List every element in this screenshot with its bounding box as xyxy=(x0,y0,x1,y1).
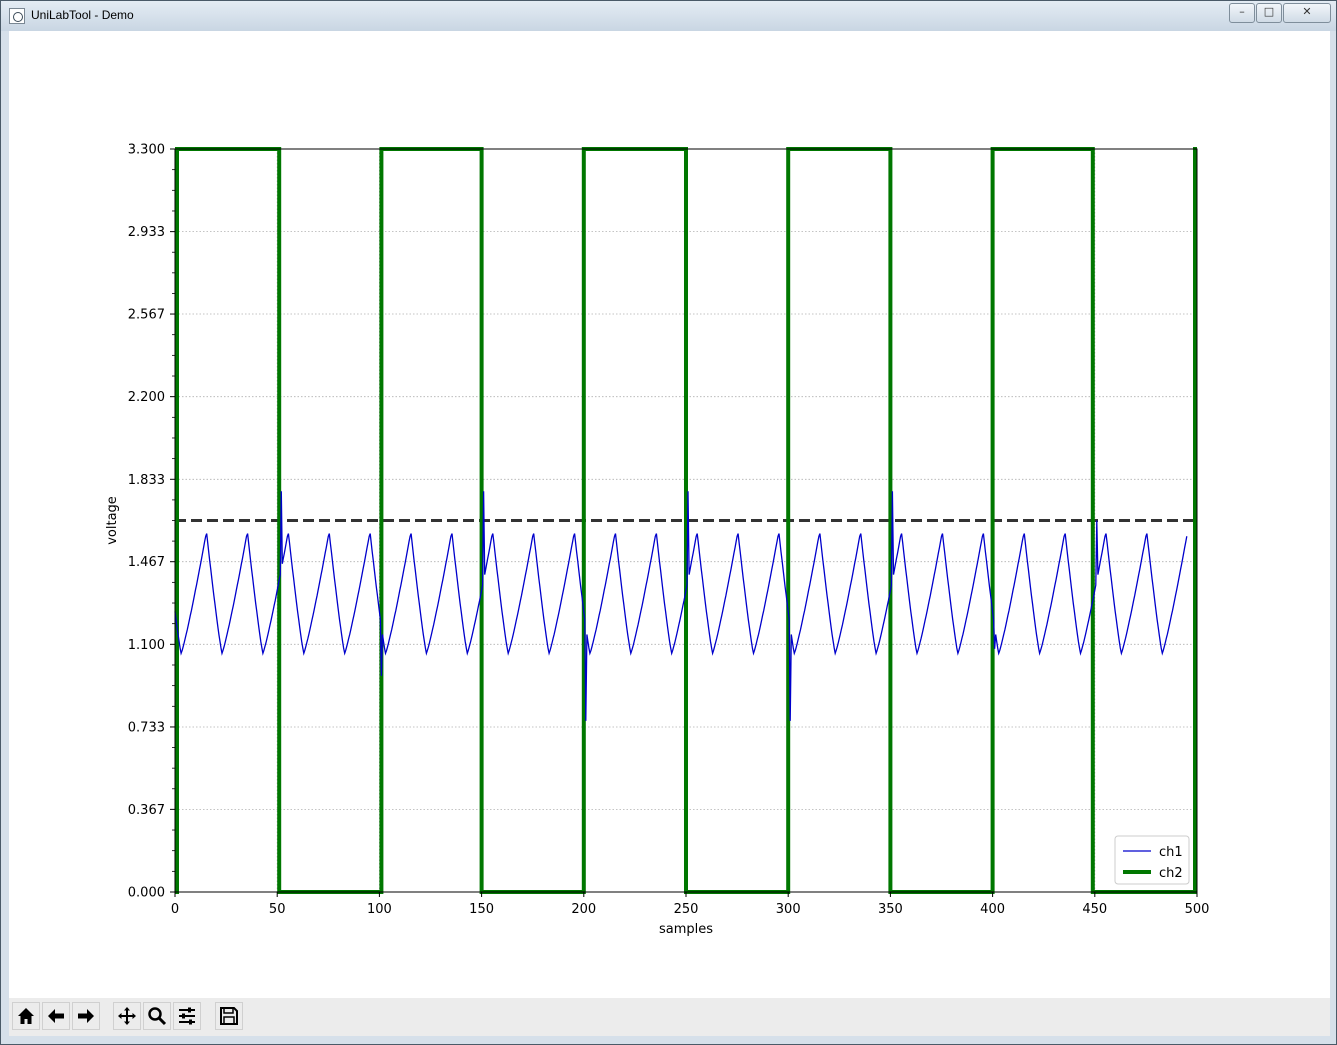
maximize-icon: □ xyxy=(1263,5,1275,18)
x-tick-label: 200 xyxy=(571,902,596,917)
back-button[interactable] xyxy=(42,1002,70,1030)
forward-button[interactable] xyxy=(72,1002,100,1030)
series-ch1-line xyxy=(174,491,1188,721)
minimize-button[interactable]: – xyxy=(1229,3,1255,23)
magnifier-icon xyxy=(148,1007,167,1026)
close-icon: ✕ xyxy=(1302,5,1312,18)
legend-label-ch1: ch1 xyxy=(1159,845,1183,860)
axis-ticks: 0.000 0.367 0.733 1.100 1.467 1.833 2.200 2.567… xyxy=(128,143,1210,918)
title-bar[interactable]: UniLabTool - Demo – □ ✕ xyxy=(1,1,1336,31)
y-tick-label: 0.367 xyxy=(128,803,165,818)
x-tick-label: 50 xyxy=(269,902,286,917)
x-tick-label: 450 xyxy=(1082,902,1107,917)
zoom-button[interactable] xyxy=(143,1002,171,1030)
voltage-chart[interactable]: 0.000 0.367 0.733 1.100 1.467 1.833 2.200 2.567… xyxy=(9,31,1330,998)
y-tick-label: 2.933 xyxy=(128,225,165,240)
y-tick-label: 2.567 xyxy=(128,308,165,323)
close-button[interactable]: ✕ xyxy=(1283,3,1331,23)
x-tick-label: 300 xyxy=(776,902,801,917)
configure-subplots-button[interactable] xyxy=(173,1002,201,1030)
home-icon xyxy=(18,1008,34,1024)
y-tick-label: 1.100 xyxy=(128,638,165,653)
app-icon xyxy=(9,8,25,24)
window-title: UniLabTool - Demo xyxy=(31,8,134,22)
app-window: UniLabTool - Demo – □ ✕ 0.000 0.367 0.733 1… xyxy=(0,0,1337,1045)
legend-label-ch2: ch2 xyxy=(1159,866,1183,881)
y-tick-label: 1.467 xyxy=(128,555,165,570)
x-tick-label: 250 xyxy=(674,902,699,917)
y-tick-label: 2.200 xyxy=(128,390,165,405)
sliders-icon xyxy=(179,1007,195,1025)
y-tick-label: 3.300 xyxy=(128,143,165,158)
arrow-left-icon xyxy=(48,1009,64,1023)
y-axis-label: voltage xyxy=(105,496,120,545)
move-icon xyxy=(118,1007,136,1025)
maximize-button[interactable]: □ xyxy=(1256,3,1282,23)
figure-canvas[interactable]: 0.000 0.367 0.733 1.100 1.467 1.833 2.200 2.567… xyxy=(9,31,1330,998)
save-button[interactable] xyxy=(215,1002,243,1030)
home-button[interactable] xyxy=(12,1002,40,1030)
floppy-disk-icon xyxy=(220,1007,238,1025)
pan-button[interactable] xyxy=(113,1002,141,1030)
x-tick-label: 500 xyxy=(1185,902,1210,917)
x-tick-label: 150 xyxy=(469,902,494,917)
y-tick-label: 0.000 xyxy=(128,886,165,901)
y-tick-label: 0.733 xyxy=(128,720,165,735)
x-tick-label: 0 xyxy=(171,902,179,917)
x-tick-label: 100 xyxy=(367,902,392,917)
arrow-right-icon xyxy=(78,1009,94,1023)
x-axis-label: samples xyxy=(659,922,713,937)
legend: ch1 ch2 xyxy=(1114,835,1190,885)
x-tick-label: 400 xyxy=(980,902,1005,917)
minimize-icon: – xyxy=(1239,5,1245,18)
y-tick-label: 1.833 xyxy=(128,473,165,488)
navigation-toolbar xyxy=(9,998,1330,1036)
x-tick-label: 350 xyxy=(878,902,903,917)
